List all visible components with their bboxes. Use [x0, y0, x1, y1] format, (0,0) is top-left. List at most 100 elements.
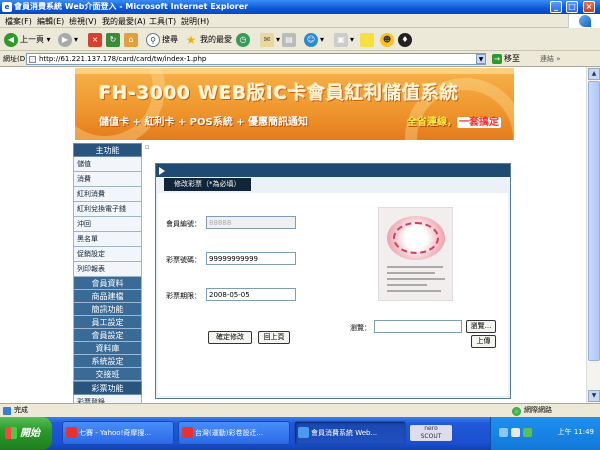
sidebar-item-promotion[interactable]: 促銷設定 [73, 247, 142, 262]
browse-button[interactable]: 瀏覽... [466, 320, 496, 333]
menu-tools[interactable]: 工具(T) [149, 16, 176, 27]
page-done-icon [3, 407, 11, 415]
member-id-label: 會員編號： [166, 220, 201, 228]
lottery-ticket-image [378, 207, 453, 301]
sidebar-item-consume[interactable]: 消費 [73, 172, 142, 187]
chat-icon: ☻ [380, 32, 394, 47]
scroll-thumb[interactable] [588, 81, 600, 361]
edit-lottery-panel: 修改彩票（*為必填） 會員編號： 彩票號碼： 彩票期限： 瀏覽： [155, 163, 511, 399]
scroll-down-icon[interactable]: ▼ [588, 390, 600, 402]
back-button[interactable]: ◀ 上一頁 ▾ [4, 31, 51, 48]
sidebar-section-member-settings[interactable]: 會員設定 [73, 329, 142, 342]
menu-file[interactable]: 檔案(F) [5, 16, 32, 27]
sidebar-section-products[interactable]: 商品建檔 [73, 290, 142, 303]
go-button[interactable]: → 移至 [492, 53, 520, 65]
browser-window: e 會員消費系統 Web介面登入 - Microsoft Internet Ex… [0, 0, 600, 450]
stop-icon: × [88, 32, 102, 47]
address-bar: 網址(D) http://61.221.137.178/card/card/tw… [0, 51, 600, 67]
network-icon[interactable] [499, 428, 508, 437]
taskbar-item-member-system[interactable]: 會員消費系統 Web... [294, 421, 406, 445]
stop-button[interactable]: × [88, 31, 104, 48]
refresh-button[interactable]: ↻ [106, 31, 122, 48]
history-button[interactable]: ◷ [236, 31, 252, 48]
speaker-icon[interactable] [511, 428, 520, 437]
nero-icon[interactable]: nero SCOUT [410, 425, 452, 441]
panel-header [156, 164, 510, 177]
page-icon [29, 56, 36, 63]
lottery-number-input[interactable] [206, 252, 296, 265]
history-icon: ◷ [236, 32, 250, 47]
messenger-icon: ☺ [304, 32, 318, 47]
file-path-input[interactable] [374, 320, 462, 333]
menu-bar: 檔案(F) 編輯(E) 檢視(V) 我的最愛(A) 工具(T) 說明(H) [0, 14, 600, 28]
start-button[interactable]: 開始 [0, 417, 52, 450]
form-body: 會員編號： 彩票號碼： 彩票期限： 瀏覽： 瀏覽... [158, 193, 508, 396]
window-title: 會員消費系統 Web介面登入 - Microsoft Internet Expl… [14, 2, 249, 11]
sidebar-section-system[interactable]: 系統設定 [73, 355, 142, 368]
windows-logo-icon [568, 14, 600, 28]
confirm-edit-button[interactable]: 確定修改 [208, 331, 252, 344]
menu-edit[interactable]: 編輯(E) [37, 16, 64, 27]
back-page-button[interactable]: 回上頁 [258, 331, 290, 344]
forward-arrow-icon: ▶ [58, 32, 72, 47]
menu-favorites[interactable]: 我的最愛(A) [102, 16, 146, 27]
lottery-period-input[interactable] [206, 288, 296, 301]
print-button[interactable]: ▤ [282, 31, 298, 48]
minimize-button[interactable]: _ [550, 1, 562, 13]
sidebar-item-blacklist[interactable]: 黑名單 [73, 232, 142, 247]
scroll-up-icon[interactable]: ▲ [588, 68, 600, 80]
vertical-scrollbar[interactable]: ▲ ▼ [586, 67, 600, 403]
discuss-button[interactable]: ▣ ▾ [334, 31, 354, 48]
favorites-button[interactable]: ★ 我的最愛 [184, 31, 232, 48]
chat-button[interactable]: ☻ [380, 31, 396, 48]
taskbar-item-yahoo[interactable]: 七賽 - Yahoo!奇摩搜... [62, 421, 174, 445]
messenger-button[interactable]: ☺ ▾ [304, 31, 324, 48]
tray-app-icon[interactable] [523, 428, 532, 437]
sidebar-item-print-report[interactable]: 列印報表 [73, 262, 142, 277]
status-bar: 完成 網際網路 [0, 403, 600, 417]
maximize-button[interactable]: □ [566, 1, 578, 13]
menu-view[interactable]: 檢視(V) [69, 16, 97, 27]
sidebar-section-shift[interactable]: 交接班 [73, 368, 142, 381]
search-button[interactable]: ⚲ 搜尋 [146, 31, 178, 48]
sidebar-section-staff[interactable]: 員工設定 [73, 316, 142, 329]
discuss-icon: ▣ [334, 32, 348, 47]
taskbar-item-lottery[interactable]: 台灣(運動)彩卷設迁... [178, 421, 290, 445]
member-id-input[interactable] [206, 216, 296, 229]
sidebar-item-deposit[interactable]: 儲值 [73, 157, 142, 172]
back-arrow-icon: ◀ [4, 32, 18, 47]
sidebar-item-lottery-register[interactable]: 彩票登錄 [73, 395, 142, 403]
notes-button[interactable] [360, 31, 376, 48]
sidebar-item-bonus-consume[interactable]: 紅利消費 [73, 187, 142, 202]
banner-title: FH-3000 WEB版IC卡會員紅利儲值系統 [99, 83, 459, 104]
sidebar-item-reversal[interactable]: 沖回 [73, 217, 142, 232]
lottery-number-label: 彩票號碼： [166, 256, 201, 264]
sidebar-section-sms[interactable]: 簡訊功能 [73, 303, 142, 316]
sidebar-section-database[interactable]: 資料庫 [73, 342, 142, 355]
collapse-toggle-icon[interactable]: ▫ [145, 143, 153, 151]
star-icon: ★ [185, 32, 197, 47]
home-icon: ⌂ [124, 32, 138, 47]
go-arrow-icon: → [492, 54, 502, 64]
address-dropdown-button[interactable]: ▼ [476, 54, 486, 64]
sidebar-main-header: 主功能 [73, 143, 142, 157]
address-input[interactable]: http://61.221.137.178/card/card/tw/index… [26, 53, 486, 65]
sidebar-section-members[interactable]: 會員資料 [73, 277, 142, 290]
links-button[interactable]: 連結 » [540, 54, 561, 64]
mail-button[interactable]: ✉ ▾ [260, 31, 280, 48]
lottery-period-label: 彩票期限： [166, 292, 201, 300]
close-button[interactable]: × [583, 1, 595, 13]
forward-button[interactable]: ▶ ▾ [58, 31, 78, 48]
qq-button[interactable]: ♦ [398, 31, 414, 48]
menu-help[interactable]: 說明(H) [181, 16, 209, 27]
mail-icon: ✉ [260, 32, 274, 47]
address-label: 網址(D) [3, 55, 28, 63]
security-zone: 網際網路 [524, 406, 552, 414]
banner-subtitle: 儲值卡 + 紅利卡 + POS系統 + 優惠簡訊通知 [99, 117, 309, 128]
penguin-icon: ♦ [398, 32, 412, 47]
sidebar-item-bonus-exchange[interactable]: 紅利兌換電子錢 [73, 202, 142, 217]
upload-button[interactable]: 上傳 [471, 335, 496, 348]
home-button[interactable]: ⌂ [124, 31, 140, 48]
print-icon: ▤ [282, 32, 296, 47]
address-url: http://61.221.137.178/card/card/tw/index… [39, 55, 207, 63]
